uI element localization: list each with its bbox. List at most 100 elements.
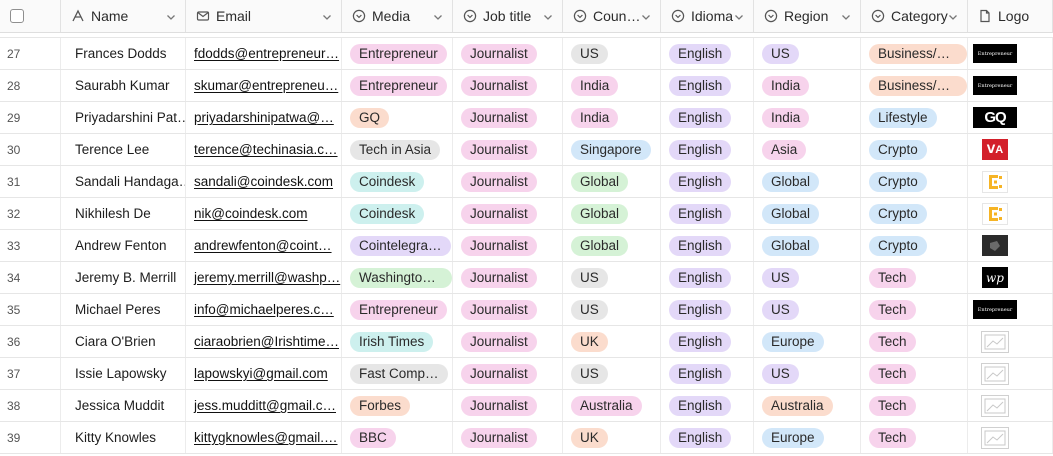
media-cell[interactable]: Entrepreneur (342, 294, 453, 325)
table-row[interactable]: 39 Kitty Knowles kittygknowles@gmail.… BBC J… (0, 422, 1053, 454)
email-cell[interactable]: andrewfenton@coint… (186, 230, 342, 261)
email-cell[interactable]: ciaraobrien@Irishtime… (186, 326, 342, 357)
country-cell[interactable]: India (563, 102, 661, 133)
email-cell[interactable]: sandali@coindesk.com (186, 166, 342, 197)
select-all-checkbox[interactable] (10, 9, 24, 23)
name-cell[interactable]: Ciara O'Brien (61, 326, 186, 357)
category-cell[interactable]: Tech (861, 262, 968, 293)
idioma-cell[interactable]: English (661, 390, 754, 421)
name-cell[interactable]: Michael Peres (61, 294, 186, 325)
column-header-category[interactable]: Category (861, 0, 968, 32)
country-cell[interactable]: US (563, 262, 661, 293)
region-cell[interactable]: Global (754, 198, 861, 229)
name-cell[interactable]: Jessica Muddit (61, 390, 186, 421)
idioma-cell[interactable]: English (661, 38, 754, 69)
column-header-idioma[interactable]: Idioma (661, 0, 754, 32)
country-cell[interactable]: Global (563, 166, 661, 197)
media-cell[interactable]: GQ (342, 102, 453, 133)
idioma-cell[interactable]: English (661, 198, 754, 229)
email-cell[interactable]: kittygknowles@gmail.… (186, 422, 342, 453)
table-row[interactable]: 31 Sandali Handaga… sandali@coindesk.com Co… (0, 166, 1053, 198)
logo-cell[interactable]: Entrepreneur (968, 294, 1053, 325)
region-cell[interactable]: Europe (754, 326, 861, 357)
logo-cell[interactable] (968, 326, 1053, 357)
email-link[interactable]: jess.mudditt@gmail.c… (194, 398, 336, 413)
category-cell[interactable]: Tech (861, 294, 968, 325)
region-cell[interactable]: Asia (754, 134, 861, 165)
name-cell[interactable]: Frances Dodds (61, 38, 186, 69)
media-cell[interactable]: Washington… (342, 262, 453, 293)
email-cell[interactable]: priyadarshinipatwa@… (186, 102, 342, 133)
region-cell[interactable]: Australia (754, 390, 861, 421)
region-cell[interactable]: US (754, 262, 861, 293)
logo-cell[interactable] (968, 166, 1053, 197)
idioma-cell[interactable]: English (661, 134, 754, 165)
job-title-cell[interactable]: Journalist (453, 166, 563, 197)
job-title-cell[interactable]: Journalist (453, 358, 563, 389)
email-link[interactable]: ciaraobrien@Irishtime… (194, 334, 339, 349)
name-cell[interactable]: Priyadarshini Pat… (61, 102, 186, 133)
name-cell[interactable]: Issie Lapowsky (61, 358, 186, 389)
email-link[interactable]: sandali@coindesk.com (194, 174, 333, 189)
country-cell[interactable]: Singapore (563, 134, 661, 165)
media-cell[interactable]: Tech in Asia (342, 134, 453, 165)
category-cell[interactable]: Tech (861, 390, 968, 421)
job-title-cell[interactable]: Journalist (453, 38, 563, 69)
region-cell[interactable]: US (754, 294, 861, 325)
idioma-cell[interactable]: English (661, 230, 754, 261)
category-cell[interactable]: Lifestyle (861, 102, 968, 133)
job-title-cell[interactable]: Journalist (453, 262, 563, 293)
country-cell[interactable]: Australia (563, 390, 661, 421)
name-cell[interactable]: Jeremy B. Merrill (61, 262, 186, 293)
media-cell[interactable]: Forbes (342, 390, 453, 421)
email-link[interactable]: andrewfenton@coint… (194, 238, 332, 253)
name-cell[interactable]: Kitty Knowles (61, 422, 186, 453)
country-cell[interactable]: India (563, 70, 661, 101)
table-row[interactable]: 33 Andrew Fenton andrewfenton@coint… Cointe… (0, 230, 1053, 262)
country-cell[interactable]: US (563, 294, 661, 325)
region-cell[interactable]: Global (754, 166, 861, 197)
logo-cell[interactable] (968, 422, 1053, 453)
email-cell[interactable]: lapowskyi@gmail.com (186, 358, 342, 389)
name-cell[interactable]: Saurabh Kumar (61, 70, 186, 101)
email-cell[interactable]: terence@techinasia.c… (186, 134, 342, 165)
table-row[interactable]: 27 Frances Dodds fdodds@entrepreneur… Entre… (0, 38, 1053, 70)
category-cell[interactable]: Crypto (861, 230, 968, 261)
job-title-cell[interactable]: Journalist (453, 70, 563, 101)
country-cell[interactable]: US (563, 38, 661, 69)
table-row[interactable]: 36 Ciara O'Brien ciaraobrien@Irishtime… Iri… (0, 326, 1053, 358)
chevron-down-icon[interactable] (165, 10, 177, 22)
idioma-cell[interactable]: English (661, 262, 754, 293)
category-cell[interactable]: Business/E… (861, 38, 968, 69)
region-cell[interactable]: India (754, 102, 861, 133)
media-cell[interactable]: BBC (342, 422, 453, 453)
table-row[interactable]: 38 Jessica Muddit jess.mudditt@gmail.c… For… (0, 390, 1053, 422)
table-row[interactable]: 29 Priyadarshini Pat… priyadarshinipatwa@…… (0, 102, 1053, 134)
country-cell[interactable]: Global (563, 230, 661, 261)
idioma-cell[interactable]: English (661, 102, 754, 133)
media-cell[interactable]: Cointelegra… (342, 230, 453, 261)
column-header-media[interactable]: Media (342, 0, 453, 32)
job-title-cell[interactable]: Journalist (453, 326, 563, 357)
logo-cell[interactable]: Entrepreneur (968, 38, 1053, 69)
region-cell[interactable]: India (754, 70, 861, 101)
name-cell[interactable]: Nikhilesh De (61, 198, 186, 229)
category-cell[interactable]: Tech (861, 422, 968, 453)
logo-cell[interactable]: wp (968, 262, 1053, 293)
job-title-cell[interactable]: Journalist (453, 422, 563, 453)
email-link[interactable]: skumar@entrepreneu… (194, 78, 338, 93)
email-link[interactable]: fdodds@entrepreneur… (194, 46, 339, 61)
email-cell[interactable]: nik@coindesk.com (186, 198, 342, 229)
email-cell[interactable]: info@michaelperes.c… (186, 294, 342, 325)
idioma-cell[interactable]: English (661, 166, 754, 197)
logo-cell[interactable]: ᐯA (968, 134, 1053, 165)
idioma-cell[interactable]: English (661, 358, 754, 389)
media-cell[interactable]: Coindesk (342, 166, 453, 197)
table-row[interactable]: 28 Saurabh Kumar skumar@entrepreneu… Entrep… (0, 70, 1053, 102)
category-cell[interactable]: Tech (861, 358, 968, 389)
email-link[interactable]: terence@techinasia.c… (194, 142, 338, 157)
idioma-cell[interactable]: English (661, 326, 754, 357)
logo-cell[interactable] (968, 390, 1053, 421)
category-cell[interactable]: Business/E… (861, 70, 968, 101)
table-row[interactable]: 37 Issie Lapowsky lapowskyi@gmail.com Fast … (0, 358, 1053, 390)
